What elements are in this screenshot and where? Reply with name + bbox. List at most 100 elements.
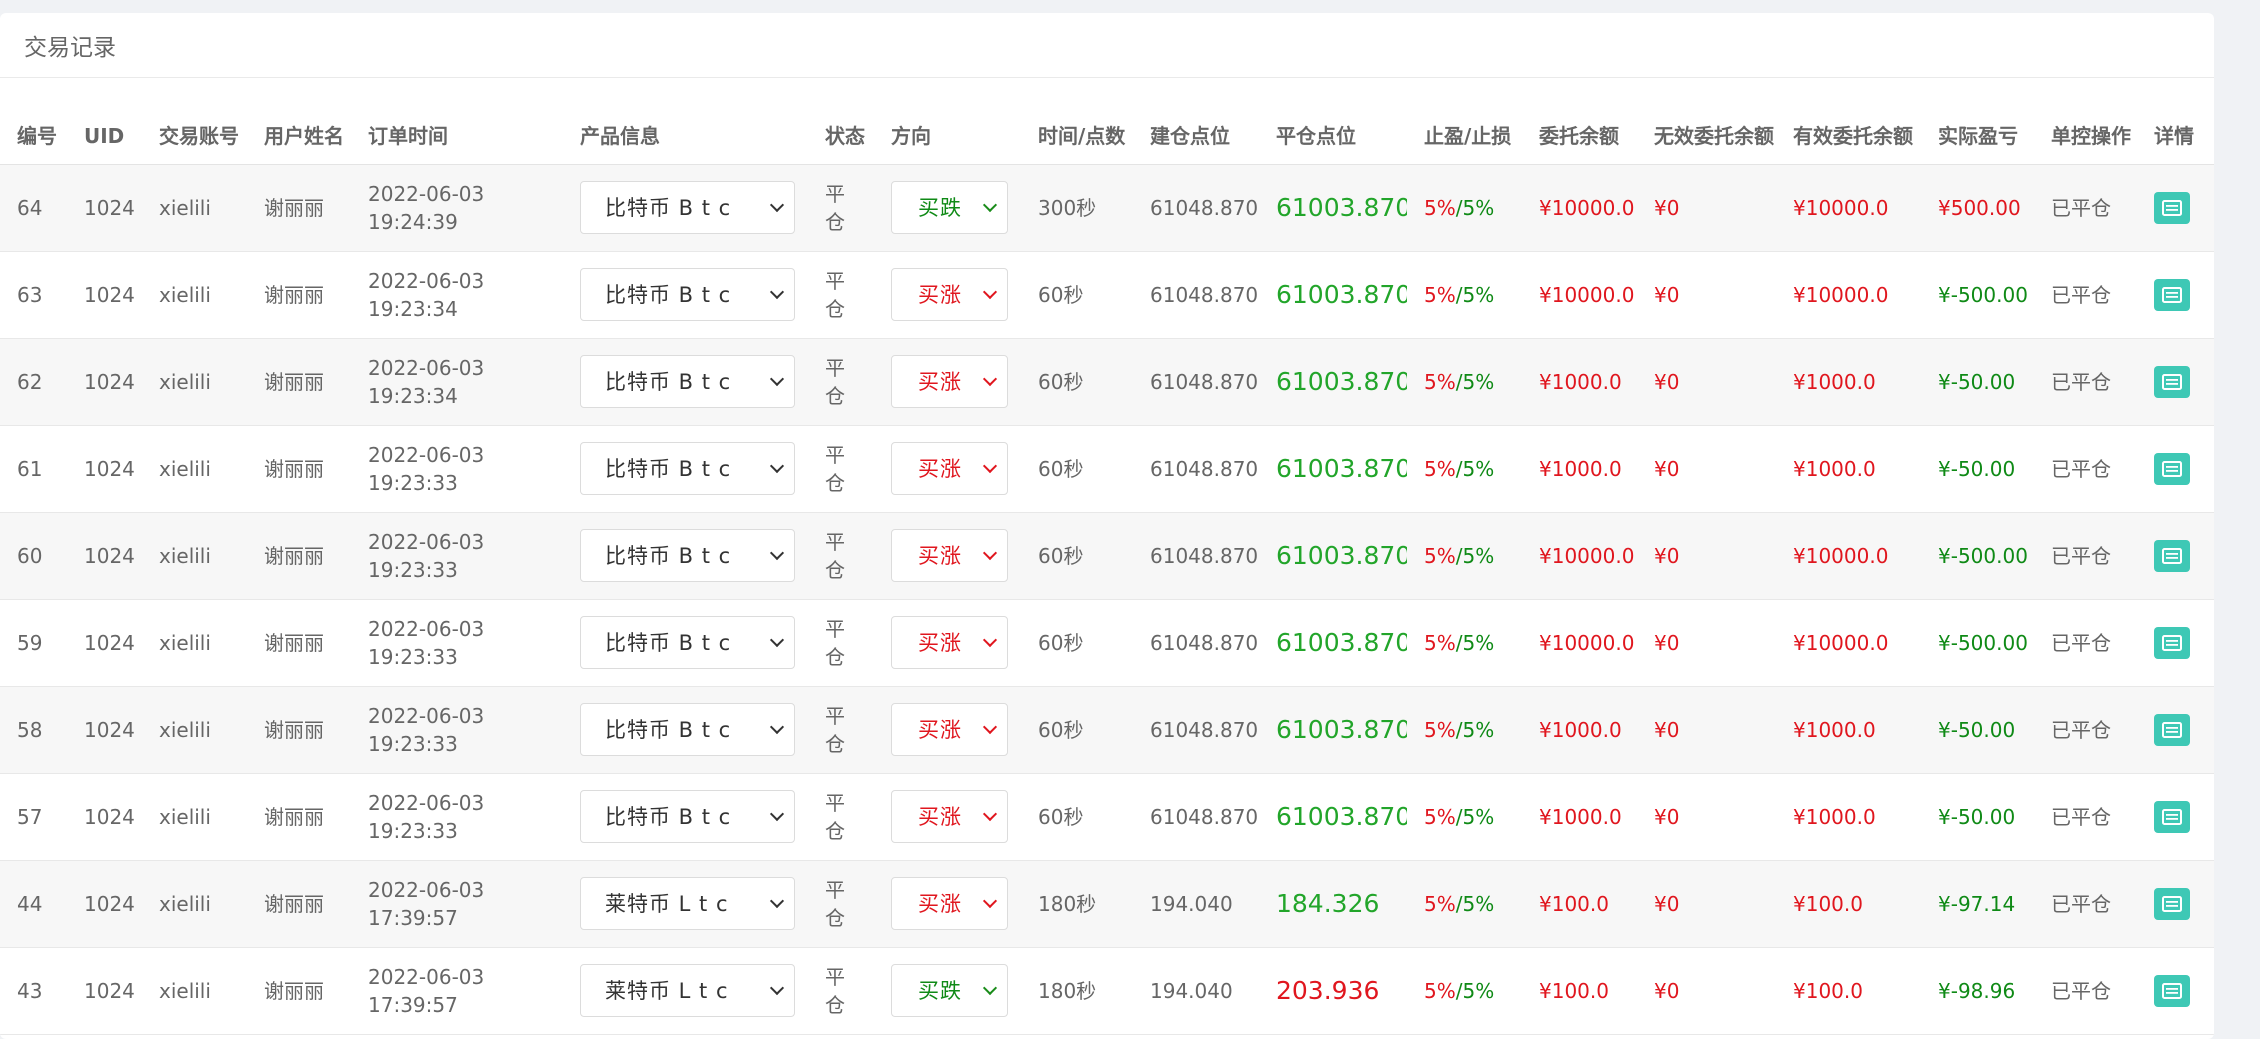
cell-uid: 1024 (84, 630, 135, 655)
cell-duration: 300秒 (1038, 195, 1097, 220)
cell-tp-sl: 5%/5% (1407, 512, 1522, 599)
cell-duration: 60秒 (1038, 543, 1084, 568)
order-date: 2022-06-03 (368, 181, 485, 206)
direction-select[interactable]: 买跌 (891, 181, 1008, 234)
detail-button[interactable] (2154, 539, 2190, 572)
cell-product: 比特币 B t c (563, 686, 808, 773)
cell-order-amount: ¥10000.0 (1539, 195, 1635, 220)
cell-id: 63 (17, 282, 43, 307)
product-select[interactable]: 比特币 B t c (580, 442, 795, 495)
cell-id: 44 (17, 891, 43, 916)
detail-button[interactable] (2154, 713, 2190, 746)
cell-duration: 60秒 (1038, 456, 1084, 481)
cell-control: 已平仓 (2051, 630, 2111, 655)
product-select[interactable]: 比特币 B t c (580, 790, 795, 843)
cell-status: 平仓 (825, 877, 845, 930)
cell-order-time: 2022-06-03 19:23:33 (351, 599, 563, 686)
chevron-down-icon (769, 719, 785, 734)
detail-button[interactable] (2154, 887, 2190, 920)
order-date: 2022-06-03 (368, 529, 485, 554)
trade-records-table: 编号 UID 交易账号 用户姓名 订单时间 产品信息 状态 方向 时间/点数 建… (0, 78, 2214, 1035)
cell-status: 平仓 (825, 181, 845, 234)
detail-button[interactable] (2154, 278, 2190, 311)
cell-product: 莱特币 L t c (563, 947, 808, 1034)
direction-select[interactable]: 买涨 (891, 268, 1008, 321)
cell-username: 谢丽丽 (264, 978, 324, 1003)
detail-icon (2162, 808, 2182, 825)
cell-control: 已平仓 (2051, 717, 2111, 742)
cell-invalid-amount: ¥0 (1654, 456, 1680, 481)
product-select[interactable]: 比特币 B t c (580, 703, 795, 756)
order-clock: 19:23:33 (368, 644, 458, 669)
order-date: 2022-06-03 (368, 790, 485, 815)
chevron-down-icon (982, 980, 998, 995)
cell-invalid-amount: ¥0 (1654, 282, 1680, 307)
detail-button[interactable] (2154, 452, 2190, 485)
stop-loss: 5% (1462, 456, 1495, 481)
order-date: 2022-06-03 (368, 703, 485, 728)
product-select-value: 比特币 B t c (605, 630, 732, 655)
cell-username: 谢丽丽 (264, 282, 324, 307)
cell-invalid-amount: ¥0 (1654, 195, 1680, 220)
direction-select[interactable]: 买涨 (891, 355, 1008, 408)
direction-select[interactable]: 买涨 (891, 529, 1008, 582)
product-select[interactable]: 莱特币 L t c (580, 877, 795, 930)
product-select-value: 比特币 B t c (605, 543, 732, 568)
detail-icon (2162, 373, 2182, 390)
product-select[interactable]: 比特币 B t c (580, 616, 795, 669)
chevron-down-icon (982, 893, 998, 908)
product-select[interactable]: 比特币 B t c (580, 181, 795, 234)
cell-valid-amount: ¥1000.0 (1793, 804, 1876, 829)
take-profit: 5% (1424, 891, 1456, 916)
chevron-down-icon (982, 545, 998, 560)
cell-tp-sl: 5%/5% (1407, 599, 1522, 686)
product-select[interactable]: 比特币 B t c (580, 529, 795, 582)
direction-select[interactable]: 买涨 (891, 703, 1008, 756)
chevron-down-icon (769, 284, 785, 299)
table-row: 64 1024 xielili 谢丽丽 2022-06-03 19:24:39 … (0, 164, 2214, 251)
product-select-value: 比特币 B t c (605, 369, 732, 394)
detail-button[interactable] (2154, 800, 2190, 833)
cell-close-price: 61003.870 (1276, 540, 1407, 570)
cell-order-amount: ¥1000.0 (1539, 456, 1622, 481)
cell-tp-sl: 5%/5% (1407, 860, 1522, 947)
detail-button[interactable] (2154, 974, 2190, 1007)
table-row: 57 1024 xielili 谢丽丽 2022-06-03 19:23:33 … (0, 773, 2214, 860)
direction-select[interactable]: 买跌 (891, 964, 1008, 1017)
chevron-down-icon (769, 632, 785, 647)
order-date: 2022-06-03 (368, 268, 485, 293)
direction-select[interactable]: 买涨 (891, 442, 1008, 495)
product-select[interactable]: 莱特币 L t c (580, 964, 795, 1017)
direction-select[interactable]: 买涨 (891, 790, 1008, 843)
stop-loss: 5% (1462, 543, 1495, 568)
cell-detail (2137, 251, 2214, 338)
cell-detail (2137, 338, 2214, 425)
cell-uid: 1024 (84, 543, 135, 568)
cell-close-price: 61003.870 (1276, 714, 1407, 744)
cell-tp-sl: 5%/5% (1407, 251, 1522, 338)
take-profit: 5% (1424, 456, 1456, 481)
cell-direction: 买涨 (874, 686, 1021, 773)
product-select[interactable]: 比特币 B t c (580, 268, 795, 321)
cell-order-amount: ¥100.0 (1539, 978, 1609, 1003)
cell-order-amount: ¥10000.0 (1539, 282, 1635, 307)
chevron-down-icon (982, 719, 998, 734)
product-select-value: 莱特币 L t c (605, 891, 729, 916)
cell-order-time: 2022-06-03 19:24:39 (351, 164, 563, 251)
cell-direction: 买涨 (874, 860, 1021, 947)
cell-valid-amount: ¥1000.0 (1793, 369, 1876, 394)
cell-username: 谢丽丽 (264, 456, 324, 481)
detail-button[interactable] (2154, 191, 2190, 224)
cell-id: 43 (17, 978, 43, 1003)
detail-button[interactable] (2154, 365, 2190, 398)
direction-select[interactable]: 买涨 (891, 616, 1008, 669)
cell-valid-amount: ¥100.0 (1793, 891, 1863, 916)
col-username: 用户姓名 (247, 78, 351, 165)
detail-button[interactable] (2154, 626, 2190, 659)
cell-status: 平仓 (825, 790, 845, 843)
direction-select-value: 买涨 (918, 456, 962, 481)
product-select[interactable]: 比特币 B t c (580, 355, 795, 408)
cell-username: 谢丽丽 (264, 543, 324, 568)
direction-select[interactable]: 买涨 (891, 877, 1008, 930)
cell-product: 比特币 B t c (563, 338, 808, 425)
